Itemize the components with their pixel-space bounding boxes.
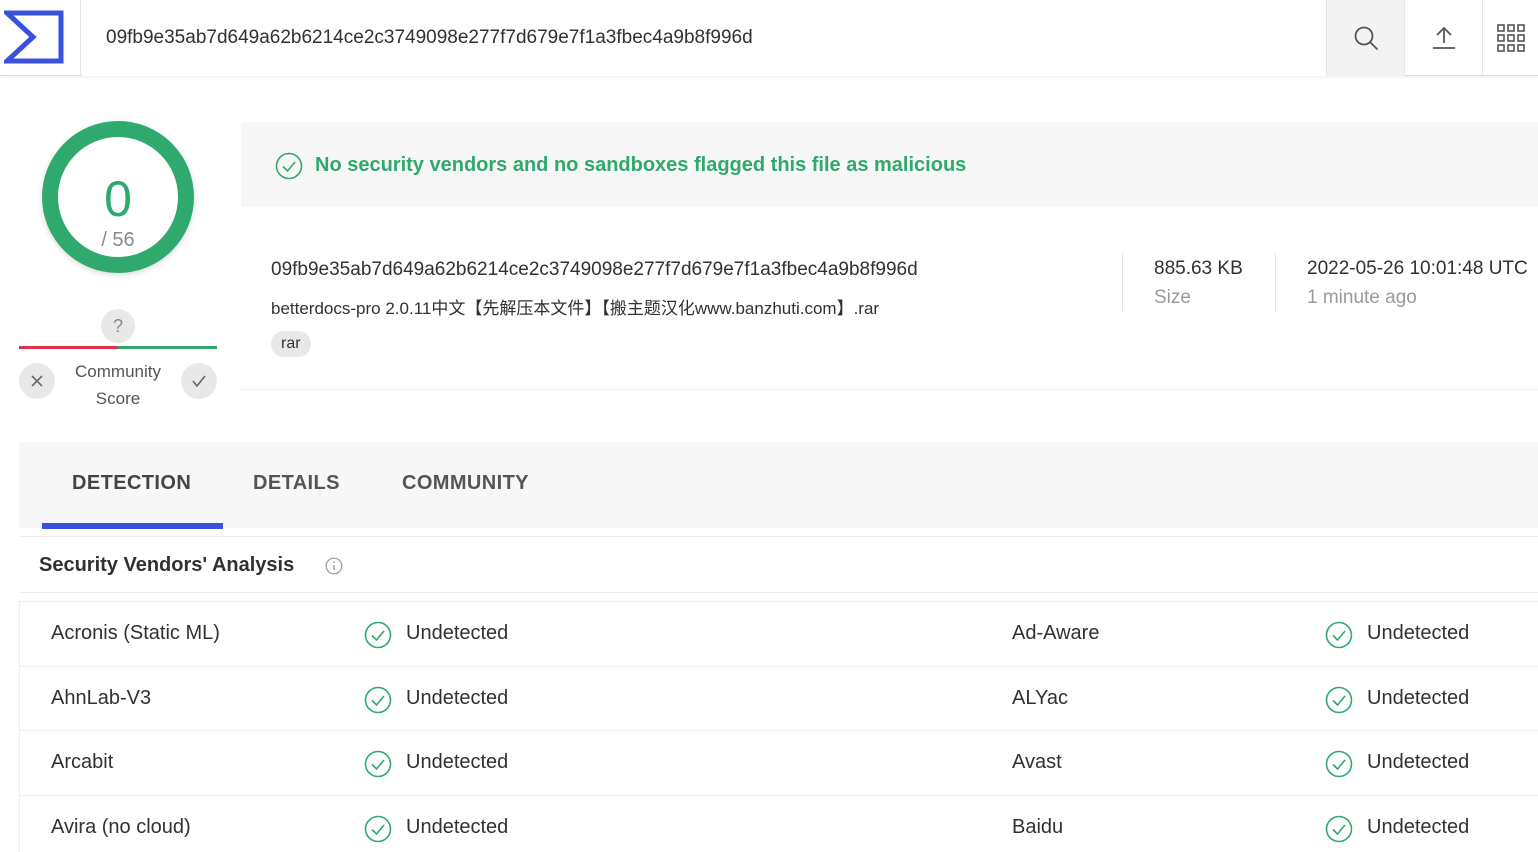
- file-info-panel: 09fb9e35ab7d649a62b6214ce2c3749098e277f7…: [241, 207, 1538, 390]
- community-score-label-line2: Score: [95, 389, 141, 408]
- tab-details[interactable]: DETAILS: [253, 472, 340, 495]
- divider: [1122, 253, 1123, 311]
- table-row: Avira (no cloud) Undetected Baidu Undete…: [20, 796, 1538, 852]
- section-title: Security Vendors' Analysis: [39, 554, 295, 576]
- check-circle-icon: [364, 621, 392, 649]
- file-type-tag[interactable]: rar: [271, 331, 311, 357]
- table-row: AhnLab-V3 Undetected ALYac Undetected: [20, 667, 1538, 731]
- search-button[interactable]: [1326, 0, 1404, 76]
- check-circle-icon: [1325, 750, 1353, 778]
- upload-icon: [1432, 26, 1455, 49]
- apps-grid-icon: [1496, 24, 1525, 52]
- file-hash: 09fb9e35ab7d649a62b6214ce2c3749098e277f7…: [271, 259, 918, 280]
- vendor-result: Undetected: [406, 622, 509, 644]
- table-row: Arcabit Undetected Avast Undetected: [20, 731, 1538, 796]
- vendor-result: Undetected: [1367, 815, 1470, 838]
- top-bar: [0, 0, 1538, 76]
- detection-count: 0: [104, 171, 132, 227]
- detection-score-gauge: 0 / 56: [42, 121, 194, 273]
- vendor-name: ALYac: [1012, 686, 1068, 709]
- vendor-result: Undetected: [1367, 622, 1470, 644]
- info-icon[interactable]: [325, 557, 343, 575]
- check-circle-icon: [275, 152, 303, 180]
- community-score-label-line1: Community: [75, 362, 161, 381]
- vendor-result: Undetected: [406, 751, 509, 773]
- vendor-result: Undetected: [406, 686, 509, 709]
- vendor-result: Undetected: [1367, 686, 1470, 709]
- check-circle-icon: [364, 750, 392, 778]
- check-circle-icon: [364, 686, 392, 713]
- report-tabs: DETECTION DETAILS COMMUNITY: [19, 442, 1538, 529]
- vendor-name: Acronis (Static ML): [51, 622, 220, 644]
- vote-harmless-button[interactable]: [181, 363, 217, 399]
- check-circle-icon: [1325, 621, 1353, 649]
- check-circle-icon: [364, 815, 392, 842]
- vendor-result: Undetected: [1367, 751, 1470, 773]
- security-vendors-header: Security Vendors' Analysis: [19, 536, 1538, 593]
- verdict-banner: No security vendors and no sandboxes fla…: [241, 122, 1538, 207]
- logo-icon: [4, 10, 64, 64]
- active-tab-indicator: [42, 523, 223, 529]
- tab-community[interactable]: COMMUNITY: [402, 472, 529, 495]
- community-score-bar-positive: [118, 346, 217, 349]
- tab-detection[interactable]: DETECTION: [72, 472, 191, 495]
- search-icon: [1354, 26, 1378, 50]
- verdict-text: No security vendors and no sandboxes fla…: [315, 154, 967, 176]
- close-icon: [31, 375, 43, 387]
- vendor-name: Baidu: [1012, 815, 1064, 838]
- table-row: Acronis (Static ML) Undetected Ad-Aware …: [20, 602, 1538, 667]
- search-input[interactable]: [82, 0, 1326, 76]
- upload-button[interactable]: [1404, 0, 1482, 76]
- vendor-name: AhnLab-V3: [51, 686, 152, 709]
- virustotal-logo[interactable]: [0, 0, 81, 76]
- gauge-center: 0 / 56: [58, 137, 178, 257]
- community-score-bar-negative: [19, 346, 118, 349]
- vendor-name: Arcabit: [51, 751, 114, 773]
- check-circle-icon: [1325, 815, 1353, 842]
- vendor-result: Undetected: [406, 815, 509, 838]
- check-circle-icon: [1325, 686, 1353, 713]
- file-name: betterdocs-pro 2.0.11中文【先解压本文件】【搬主题汉化www…: [271, 299, 880, 318]
- community-score-unknown-icon: ?: [101, 309, 135, 343]
- analysis-date-relative: 1 minute ago: [1307, 287, 1417, 308]
- file-size-label: Size: [1154, 287, 1191, 308]
- vendor-results-table: Acronis (Static ML) Undetected Ad-Aware …: [19, 601, 1538, 852]
- vote-harmful-button[interactable]: [19, 363, 55, 399]
- vendor-name: Ad-Aware: [1012, 622, 1100, 644]
- engine-total: / 56: [101, 229, 135, 251]
- vendor-name: Avira (no cloud): [51, 815, 191, 838]
- checkmark-icon: [192, 375, 206, 388]
- apps-menu-button[interactable]: [1482, 0, 1538, 76]
- divider: [1275, 253, 1276, 311]
- vendor-name: Avast: [1012, 751, 1062, 773]
- analysis-date-value: 2022-05-26 10:01:48 UTC: [1307, 258, 1528, 279]
- community-score-label: Community Score: [60, 358, 176, 412]
- file-size-value: 885.63 KB: [1154, 258, 1243, 279]
